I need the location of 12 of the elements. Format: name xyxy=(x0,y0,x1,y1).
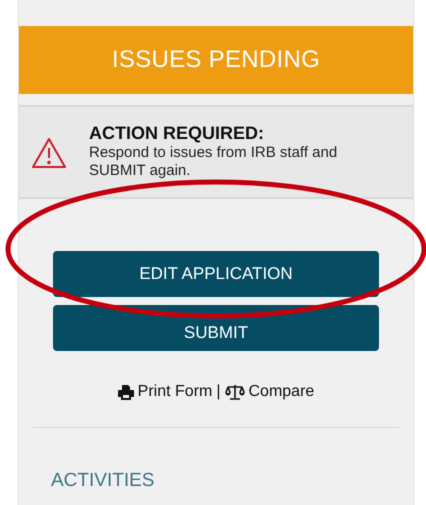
section-heading: ACTIVITIES xyxy=(51,470,156,492)
submit-button[interactable]: SUBMIT xyxy=(53,305,379,351)
link-separator: | xyxy=(216,383,220,401)
scale-icon xyxy=(224,384,244,400)
compare-link[interactable]: Compare xyxy=(224,383,314,401)
alert-message: Respond to issues from IRB staff and SUBMIT again. xyxy=(89,144,338,180)
warning-icon xyxy=(31,137,67,169)
printer-icon xyxy=(118,384,134,400)
edit-application-button[interactable]: EDIT APPLICATION xyxy=(53,251,379,297)
print-form-link[interactable]: Print Form xyxy=(118,383,212,401)
alert-title: ACTION REQUIRED: xyxy=(89,123,265,144)
status-banner-text: ISSUES PENDING xyxy=(112,46,320,74)
